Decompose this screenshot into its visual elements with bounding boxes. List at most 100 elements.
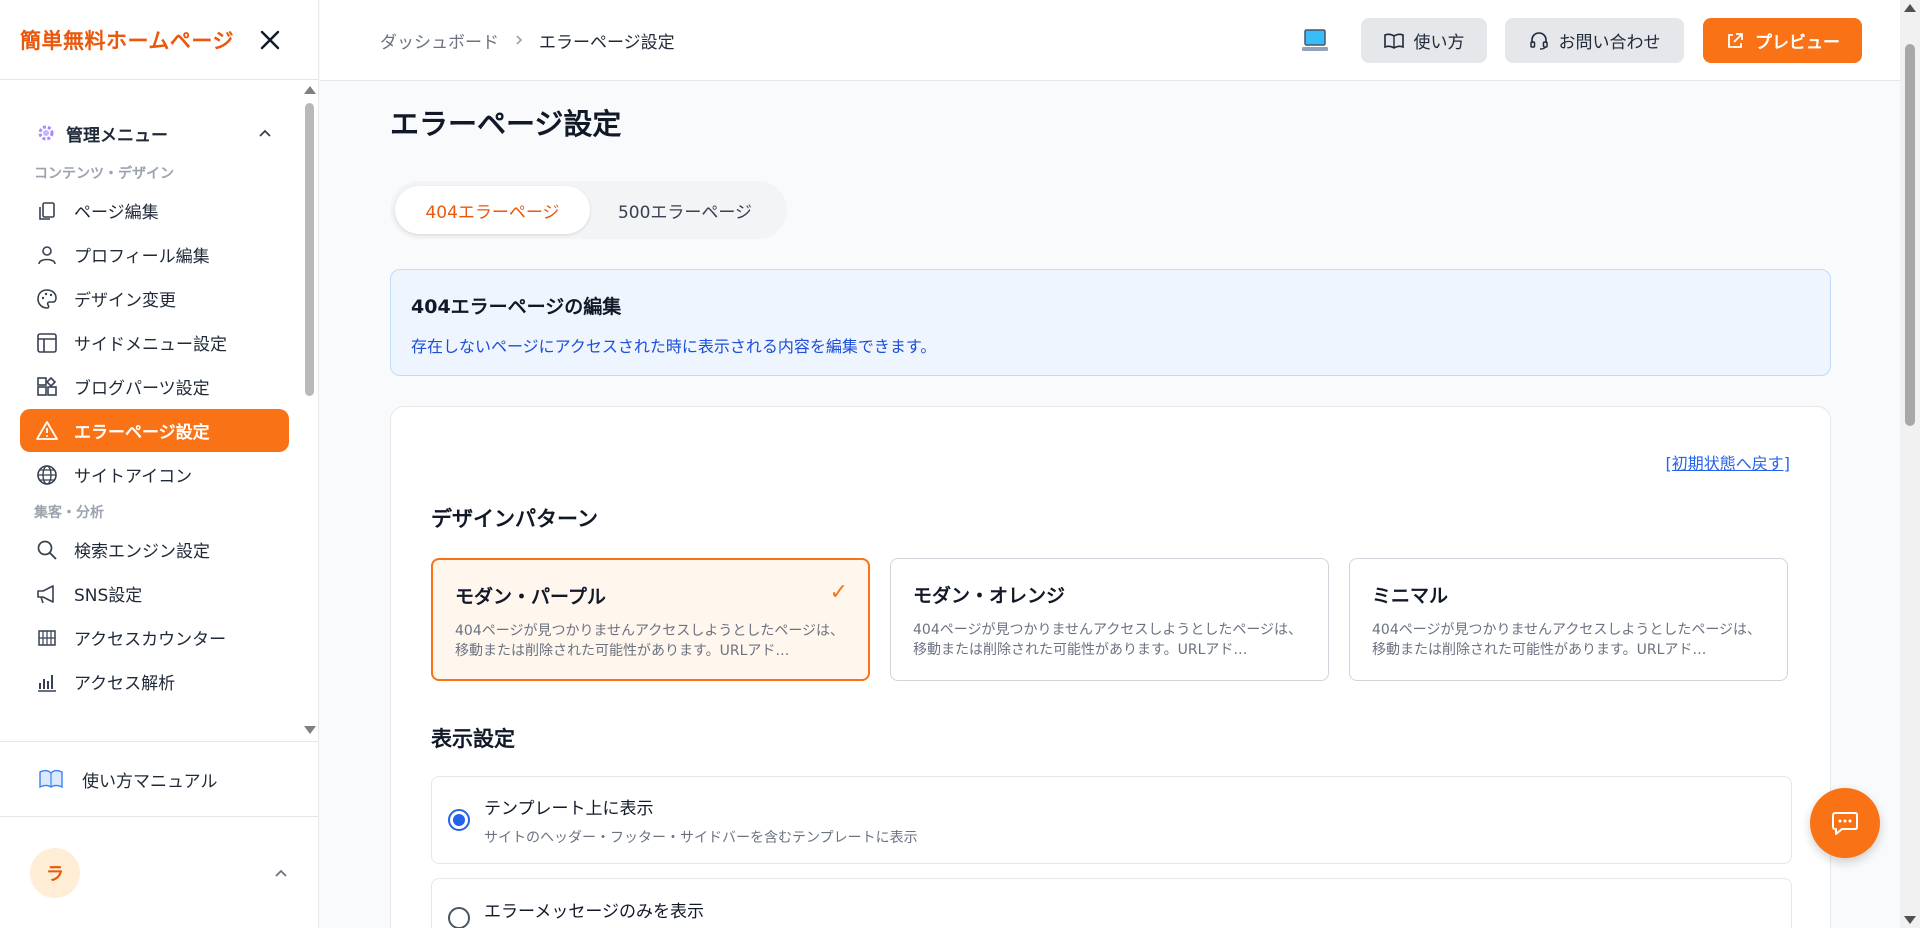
sidebar-item-label: アクセス解析 [74,674,176,694]
page-title: エラーページ設定 [390,107,622,141]
design-pattern-heading: デザインパターン [431,507,598,531]
contact-button[interactable]: お問い合わせ [1505,18,1684,63]
widgets-icon [37,376,57,396]
device-toggle-button[interactable] [1301,28,1329,58]
chevron-up-icon [259,129,271,137]
pattern-description: 404ページが見つかりませんアクセスしようとしたページは、移動または削除された可… [455,623,845,659]
sidebar-scrollbar[interactable] [301,81,317,741]
help-label: 使い方 [1413,33,1465,53]
section-label-analytics: 集客・分析 [34,505,104,521]
copy-icon [39,201,55,220]
help-button[interactable]: 使い方 [1361,18,1487,63]
radio-template[interactable] [448,809,470,831]
pattern-modern-purple[interactable]: モダン・パープル 404ページが見つかりませんアクセスしようとしたページは、移動… [431,558,870,681]
breadcrumb: ダッシュボード エラーページ設定 [380,28,675,53]
sidebar-item-design[interactable]: デザイン変更 [20,277,289,320]
sidebar-item-side-menu[interactable]: サイドメニュー設定 [20,321,289,364]
scroll-down-arrow-icon[interactable] [1904,916,1916,924]
bar-chart-icon [38,674,56,692]
page-scrollbar[interactable] [1900,0,1920,928]
user-icon [38,245,56,264]
sidebar-item-page-edit[interactable]: ページ編集 [20,189,289,232]
breadcrumb-dashboard[interactable]: ダッシュボード [380,28,499,53]
info-box: 404エラーページの編集 存在しないページにアクセスされた時に表示される内容を編… [390,269,1831,376]
search-icon [37,540,57,560]
pattern-description: 404ページが見つかりませんアクセスしようとしたページは、移動または削除された可… [913,622,1303,658]
palette-icon [37,288,57,309]
sidebar-item-label: プロフィール編集 [74,247,210,267]
radio-label: エラーメッセージのみを表示 [484,902,704,922]
avatar[interactable]: ラ [30,848,80,898]
gear-icon [38,125,54,141]
book-icon [39,769,63,789]
close-sidebar-button[interactable] [256,26,284,54]
laptop-icon [1302,29,1328,51]
display-option-message-only[interactable]: エラーメッセージのみを表示 [431,878,1792,928]
sidebar-scroll-thumb[interactable] [305,103,314,396]
info-description: 存在しないページにアクセスされた時に表示される内容を編集できます。 [411,337,937,356]
brand-bar: 簡単無料ホームページ [0,0,318,80]
layout-icon [37,332,57,353]
sidebar-item-label: エラーページ設定 [74,423,210,443]
sidebar-item-profile[interactable]: プロフィール編集 [20,233,289,276]
admin-menu-toggle[interactable]: 管理メニュー [20,108,289,158]
sidebar-item-seo[interactable]: 検索エンジン設定 [20,528,289,571]
sidebar-item-access-counter[interactable]: アクセスカウンター [20,616,289,659]
manual-link[interactable]: 使い方マニュアル [0,741,319,817]
radio-label: テンプレート上に表示 [484,798,654,819]
sidebar-item-label: サイドメニュー設定 [74,335,227,355]
pattern-name: モダン・パープル [455,586,606,608]
sidebar-item-label: サイトアイコン [74,467,193,487]
user-menu[interactable]: ラ [0,840,319,906]
page-scroll-thumb[interactable] [1905,44,1915,426]
chevron-up-icon [275,869,287,877]
tab-500[interactable]: 500エラーページ [590,186,780,234]
sidebar-item-analytics[interactable]: アクセス解析 [20,660,289,703]
globe-icon [37,464,57,485]
preview-label: プレビュー [1755,33,1840,53]
settings-card: [初期状態へ戻す] デザインパターン モダン・パープル 404ページが見つかりま… [390,406,1831,928]
megaphone-icon [37,584,54,603]
sidebar-item-error-page[interactable]: エラーページ設定 [20,409,289,452]
chevron-right-icon [516,35,523,45]
admin-menu-title: 管理メニュー [66,125,168,146]
main-content: エラーページ設定 404エラーページ 500エラーページ 404エラーページの編… [320,81,1900,928]
sidebar-item-label: SNS設定 [74,586,143,606]
close-icon [260,30,280,49]
external-link-icon [1728,32,1743,48]
sidebar-item-site-icon[interactable]: サイトアイコン [20,453,289,496]
book-open-icon [1383,33,1404,49]
preview-button[interactable]: プレビュー [1703,18,1862,63]
sidebar: 簡単無料ホームページ 管理メニュー コンテンツ・デザイン ページ編集 プロフィー… [0,0,319,928]
contact-label: お問い合わせ [1558,33,1661,53]
breadcrumb-current: エラーページ設定 [539,32,675,53]
pattern-name: ミニマル [1372,585,1449,607]
scroll-up-arrow-icon[interactable] [1904,4,1916,12]
pattern-name: モダン・オレンジ [913,585,1066,607]
scroll-up-arrow-icon[interactable] [304,86,316,94]
pattern-modern-orange[interactable]: モダン・オレンジ 404ページが見つかりませんアクセスしようとしたページは、移動… [890,558,1329,681]
error-page-tabs: 404エラーページ 500エラーページ [390,181,787,239]
display-settings-heading: 表示設定 [431,727,515,751]
chat-button[interactable] [1810,788,1880,858]
tab-404[interactable]: 404エラーページ [395,186,590,234]
warning-icon [36,420,58,440]
section-label-content: コンテンツ・デザイン [34,166,174,182]
sidebar-item-blog-parts[interactable]: ブログパーツ設定 [20,365,289,408]
pattern-description: 404ページが見つかりませんアクセスしようとしたページは、移動または削除された可… [1372,622,1762,658]
top-header: ダッシュボード エラーページ設定 使い方 お問い合わせ プレビュー [320,0,1900,81]
display-option-template[interactable]: テンプレート上に表示 サイトのヘッダー・フッター・サイドバーを含むテンプレートに… [431,776,1792,864]
brand-title[interactable]: 簡単無料ホームページ [20,25,234,55]
check-icon: ✓ [829,580,848,605]
sidebar-item-label: ページ編集 [74,203,159,223]
scroll-down-arrow-icon[interactable] [304,726,316,734]
radio-description: サイトのヘッダー・フッター・サイドバーを含むテンプレートに表示 [484,829,918,846]
pattern-minimal[interactable]: ミニマル 404ページが見つかりませんアクセスしようとしたページは、移動または削… [1349,558,1788,681]
radio-message-only[interactable] [448,907,470,928]
sidebar-nav: 管理メニュー コンテンツ・デザイン ページ編集 プロフィール編集 デザイン変更 … [0,81,319,741]
reset-link[interactable]: [初期状態へ戻す] [1666,450,1791,474]
manual-label: 使い方マニュアル [82,771,218,792]
sidebar-item-label: 検索エンジン設定 [74,542,210,562]
sidebar-item-sns[interactable]: SNS設定 [20,572,289,615]
headset-icon [1529,31,1548,50]
